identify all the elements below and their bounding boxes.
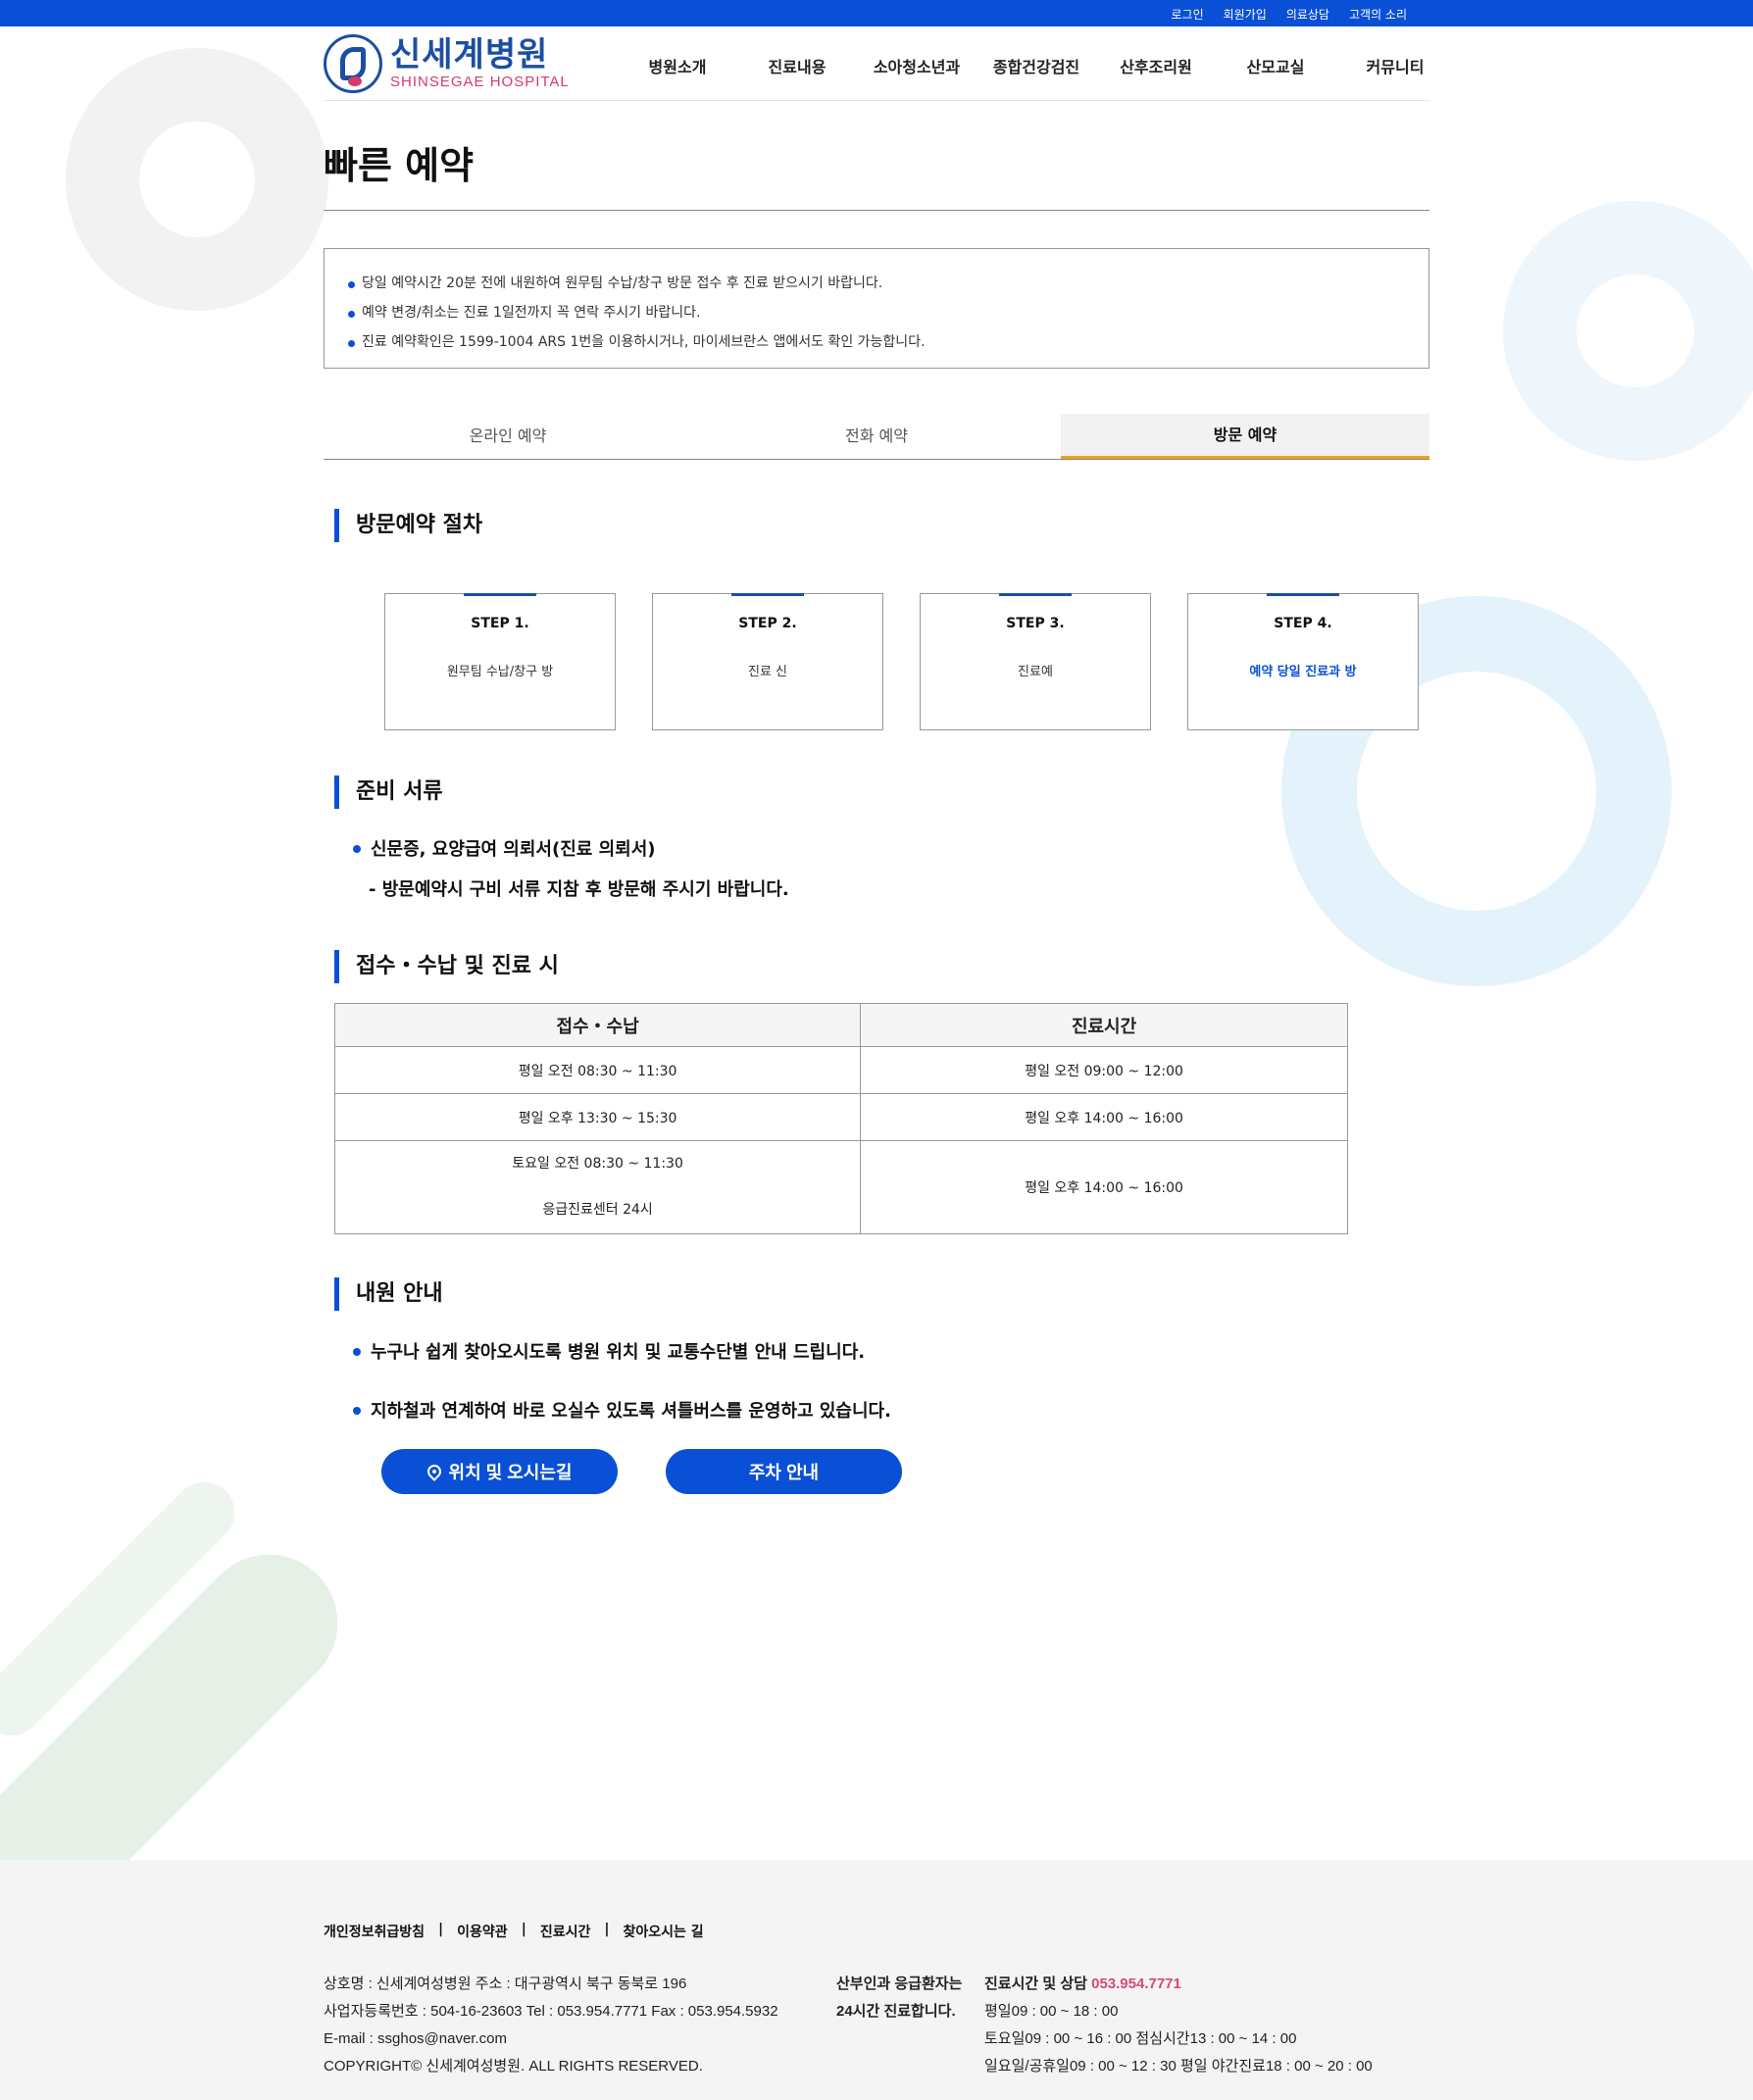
reservation-tabs: 온라인 예약 전화 예약 방문 예약 — [324, 414, 1429, 460]
map-pin-icon — [424, 1462, 444, 1481]
hours-line: 토요일09 : 00 ~ 16 : 00 점심시간13 : 00 ~ 14 : … — [984, 2030, 1297, 2047]
tab-visit-reservation[interactable]: 방문 예약 — [1061, 414, 1429, 459]
terms-link[interactable]: 이용약관 — [457, 1922, 508, 1941]
emergency-line: 24시간 진료합니다. — [836, 2003, 956, 2020]
top-utility-bar: 로그인 회원가입 의료상담 고객의 소리 — [0, 0, 1753, 26]
section-title-procedure: 방문예약 절차 — [334, 509, 482, 542]
nav-item-pediatrics[interactable]: 소아청소년과 — [857, 54, 977, 77]
consult-hours-heading: 진료시간 및 상담 053.954.7771 — [984, 1971, 1373, 1998]
step-number: STEP 2. — [738, 616, 797, 631]
tab-phone-reservation[interactable]: 전화 예약 — [692, 414, 1061, 459]
link-separator: | — [604, 1922, 610, 1937]
nav-item-health-checkup[interactable]: 종합건강검진 — [977, 54, 1096, 77]
reception-hours-cell: 평일 오전 08:30 ~ 11:30 — [333, 1046, 862, 1094]
copyright: COPYRIGHT© 신세계여성병원. ALL RIGHTS RESERVED. — [324, 2058, 703, 2075]
table-row: 평일 오전 08:30 ~ 11:30 평일 오전 09:00 ~ 12:00 — [333, 1046, 1348, 1094]
step-card-1: STEP 1. 원무팀 수납/창구 방 — [384, 593, 616, 730]
clinic-hours-cell: 평일 오후 14:00 ~ 16:00 — [860, 1140, 1348, 1234]
company-email: E-mail : ssghos@naver.com — [324, 2030, 507, 2047]
site-header: 신세계병원 SHINSEGAE HOSPITAL 병원소개 진료내용 소아청소년… — [324, 26, 1429, 101]
emergency-line: 산부인과 응급환자는 — [836, 1975, 963, 1992]
privacy-policy-link[interactable]: 개인정보취급방침 — [324, 1922, 425, 1941]
parking-button-label: 주차 안내 — [748, 1463, 820, 1482]
clinic-hours-link[interactable]: 진료시간 — [540, 1922, 591, 1941]
document-note: - 방문예약시 구비 서류 지참 후 방문해 주시기 바랍니다. — [369, 879, 789, 900]
location-button-label: 위치 및 오시는길 — [448, 1463, 573, 1482]
step-number: STEP 4. — [1274, 616, 1332, 631]
visit-info-item: 누구나 쉽게 찾아오시도록 병원 위치 및 교통수단별 안내 드립니다. — [351, 1338, 865, 1364]
company-address: 상호명 : 신세계여성병원 주소 : 대구광역시 북구 동북로 196 — [324, 1975, 687, 1992]
reception-hours-cell: 토요일 오전 08:30 ~ 11:30 응급진료센터 24시 — [333, 1140, 862, 1234]
hospital-logo[interactable]: 신세계병원 SHINSEGAE HOSPITAL — [324, 34, 570, 93]
emergency-center-hours: 응급진료센터 24시 — [542, 1202, 653, 1218]
medical-consult-link[interactable]: 의료상담 — [1286, 6, 1329, 23]
section-title-visit: 내원 안내 — [334, 1277, 443, 1311]
step-card-2: STEP 2. 진료 신 — [652, 593, 883, 730]
column-header-reception: 접수・수납 — [333, 1003, 862, 1047]
footer-hours-info: 진료시간 및 상담 053.954.7771 평일09 : 00 ~ 18 : … — [984, 1971, 1373, 2080]
login-link[interactable]: 로그인 — [1172, 6, 1204, 23]
title-divider — [324, 210, 1429, 211]
step-number: STEP 3. — [1006, 616, 1065, 631]
site-footer: 개인정보취급방침 | 이용약관 | 진료시간 | 찾아오시는 길 상호명 : 신… — [0, 1860, 1753, 2100]
footer-emergency-info: 산부인과 응급환자는 24시간 진료합니다. — [836, 1971, 962, 2025]
consult-hours-label: 진료시간 및 상담 — [984, 1975, 1087, 1992]
column-header-clinic: 진료시간 — [860, 1003, 1348, 1047]
footer-company-info: 상호명 : 신세계여성병원 주소 : 대구광역시 북구 동북로 196 사업자등… — [324, 1971, 778, 2080]
step-card-3: STEP 3. 진료예 — [920, 593, 1151, 730]
step-card-4: STEP 4. 예약 당일 진료과 방 — [1187, 593, 1419, 730]
notice-item: 예약 변경/취소는 진료 1일전까지 꼭 연락 주시기 바랍니다. — [348, 298, 1405, 327]
decorative-ring-blue-small — [1503, 201, 1753, 461]
step-number: STEP 1. — [471, 616, 529, 631]
section-title-hours: 접수・수납 및 진료 시 — [334, 950, 559, 983]
section-title-documents: 준비 서류 — [334, 775, 443, 809]
nav-item-community[interactable]: 커뮤니티 — [1335, 54, 1455, 77]
customer-voice-link[interactable]: 고객의 소리 — [1349, 6, 1407, 23]
document-item: 신문증, 요양급여 의뢰서(진료 의뢰서) — [351, 835, 656, 861]
tab-online-reservation[interactable]: 온라인 예약 — [324, 414, 692, 459]
company-registration: 사업자등록번호 : 504-16-23603 Tel : 053.954.777… — [324, 2003, 778, 2020]
saturday-reception-hours: 토요일 오전 08:30 ~ 11:30 — [512, 1156, 683, 1172]
table-row: 평일 오후 13:30 ~ 15:30 평일 오후 14:00 ~ 16:00 — [333, 1093, 1348, 1141]
reception-hours-cell: 평일 오후 13:30 ~ 15:30 — [333, 1093, 862, 1141]
reservation-notice-box: 당일 예약시간 20분 전에 내원하여 원무팀 수납/창구 방문 접수 후 진료… — [324, 248, 1429, 369]
footer-links: 개인정보취급방침 | 이용약관 | 진료시간 | 찾아오시는 길 — [324, 1922, 704, 1941]
consult-phone: 053.954.7771 — [1091, 1975, 1181, 1992]
notice-item: 진료 예약확인은 1599-1004 ARS 1번을 이용하시거나, 마이세브란… — [348, 327, 1405, 357]
clinic-hours-cell: 평일 오전 09:00 ~ 12:00 — [860, 1046, 1348, 1094]
visit-info-item: 지하철과 연계하여 바로 오실수 있도록 셔틀버스를 운영하고 있습니다. — [351, 1397, 891, 1423]
step-description: 예약 당일 진료과 방 — [1249, 665, 1357, 679]
parking-info-button[interactable]: 주차 안내 — [666, 1449, 902, 1494]
nav-item-hospital-intro[interactable]: 병원소개 — [618, 54, 737, 77]
table-row: 토요일 오전 08:30 ~ 11:30 응급진료센터 24시 평일 오후 14… — [333, 1140, 1348, 1234]
signup-link[interactable]: 회원가입 — [1224, 6, 1267, 23]
link-separator: | — [438, 1922, 444, 1937]
step-description: 진료예 — [1018, 665, 1053, 679]
nav-item-postpartum-care[interactable]: 산후조리원 — [1096, 54, 1216, 77]
nav-item-treatment[interactable]: 진료내용 — [737, 54, 857, 77]
hours-line: 평일09 : 00 ~ 18 : 00 — [984, 2003, 1119, 2020]
table-header-row: 접수・수납 진료시간 — [333, 1003, 1348, 1047]
page-title: 빠른 예약 — [324, 144, 475, 187]
step-description: 진료 신 — [747, 665, 787, 679]
logo-korean-name: 신세계병원 — [390, 35, 549, 75]
logo-english-name: SHINSEGAE HOSPITAL — [390, 74, 570, 90]
main-navigation: 병원소개 진료내용 소아청소년과 종합건강검진 산후조리원 산모교실 커뮤니티 — [618, 54, 1455, 77]
directions-link[interactable]: 찾아오시는 길 — [623, 1922, 703, 1941]
logo-text: 신세계병원 SHINSEGAE HOSPITAL — [390, 36, 570, 91]
clinic-hours-cell: 평일 오후 14:00 ~ 16:00 — [860, 1093, 1348, 1141]
hours-table: 접수・수납 진료시간 평일 오전 08:30 ~ 11:30 평일 오전 09:… — [333, 1003, 1348, 1234]
location-directions-button[interactable]: 위치 및 오시는길 — [381, 1449, 618, 1494]
nav-item-mother-class[interactable]: 산모교실 — [1216, 54, 1335, 77]
decorative-stripe-light — [0, 1469, 248, 1749]
step-description: 원무팀 수납/창구 방 — [446, 665, 554, 679]
logo-emblem-icon — [324, 34, 382, 93]
decorative-ring-gray — [66, 48, 328, 311]
link-separator: | — [521, 1922, 526, 1937]
utility-links: 로그인 회원가입 의료상담 고객의 소리 — [1172, 6, 1407, 23]
hours-line: 일요일/공휴일09 : 00 ~ 12 : 30 평일 야간진료18 : 00 … — [984, 2058, 1373, 2075]
notice-item: 당일 예약시간 20분 전에 내원하여 원무팀 수납/창구 방문 접수 후 진료… — [348, 269, 1405, 298]
